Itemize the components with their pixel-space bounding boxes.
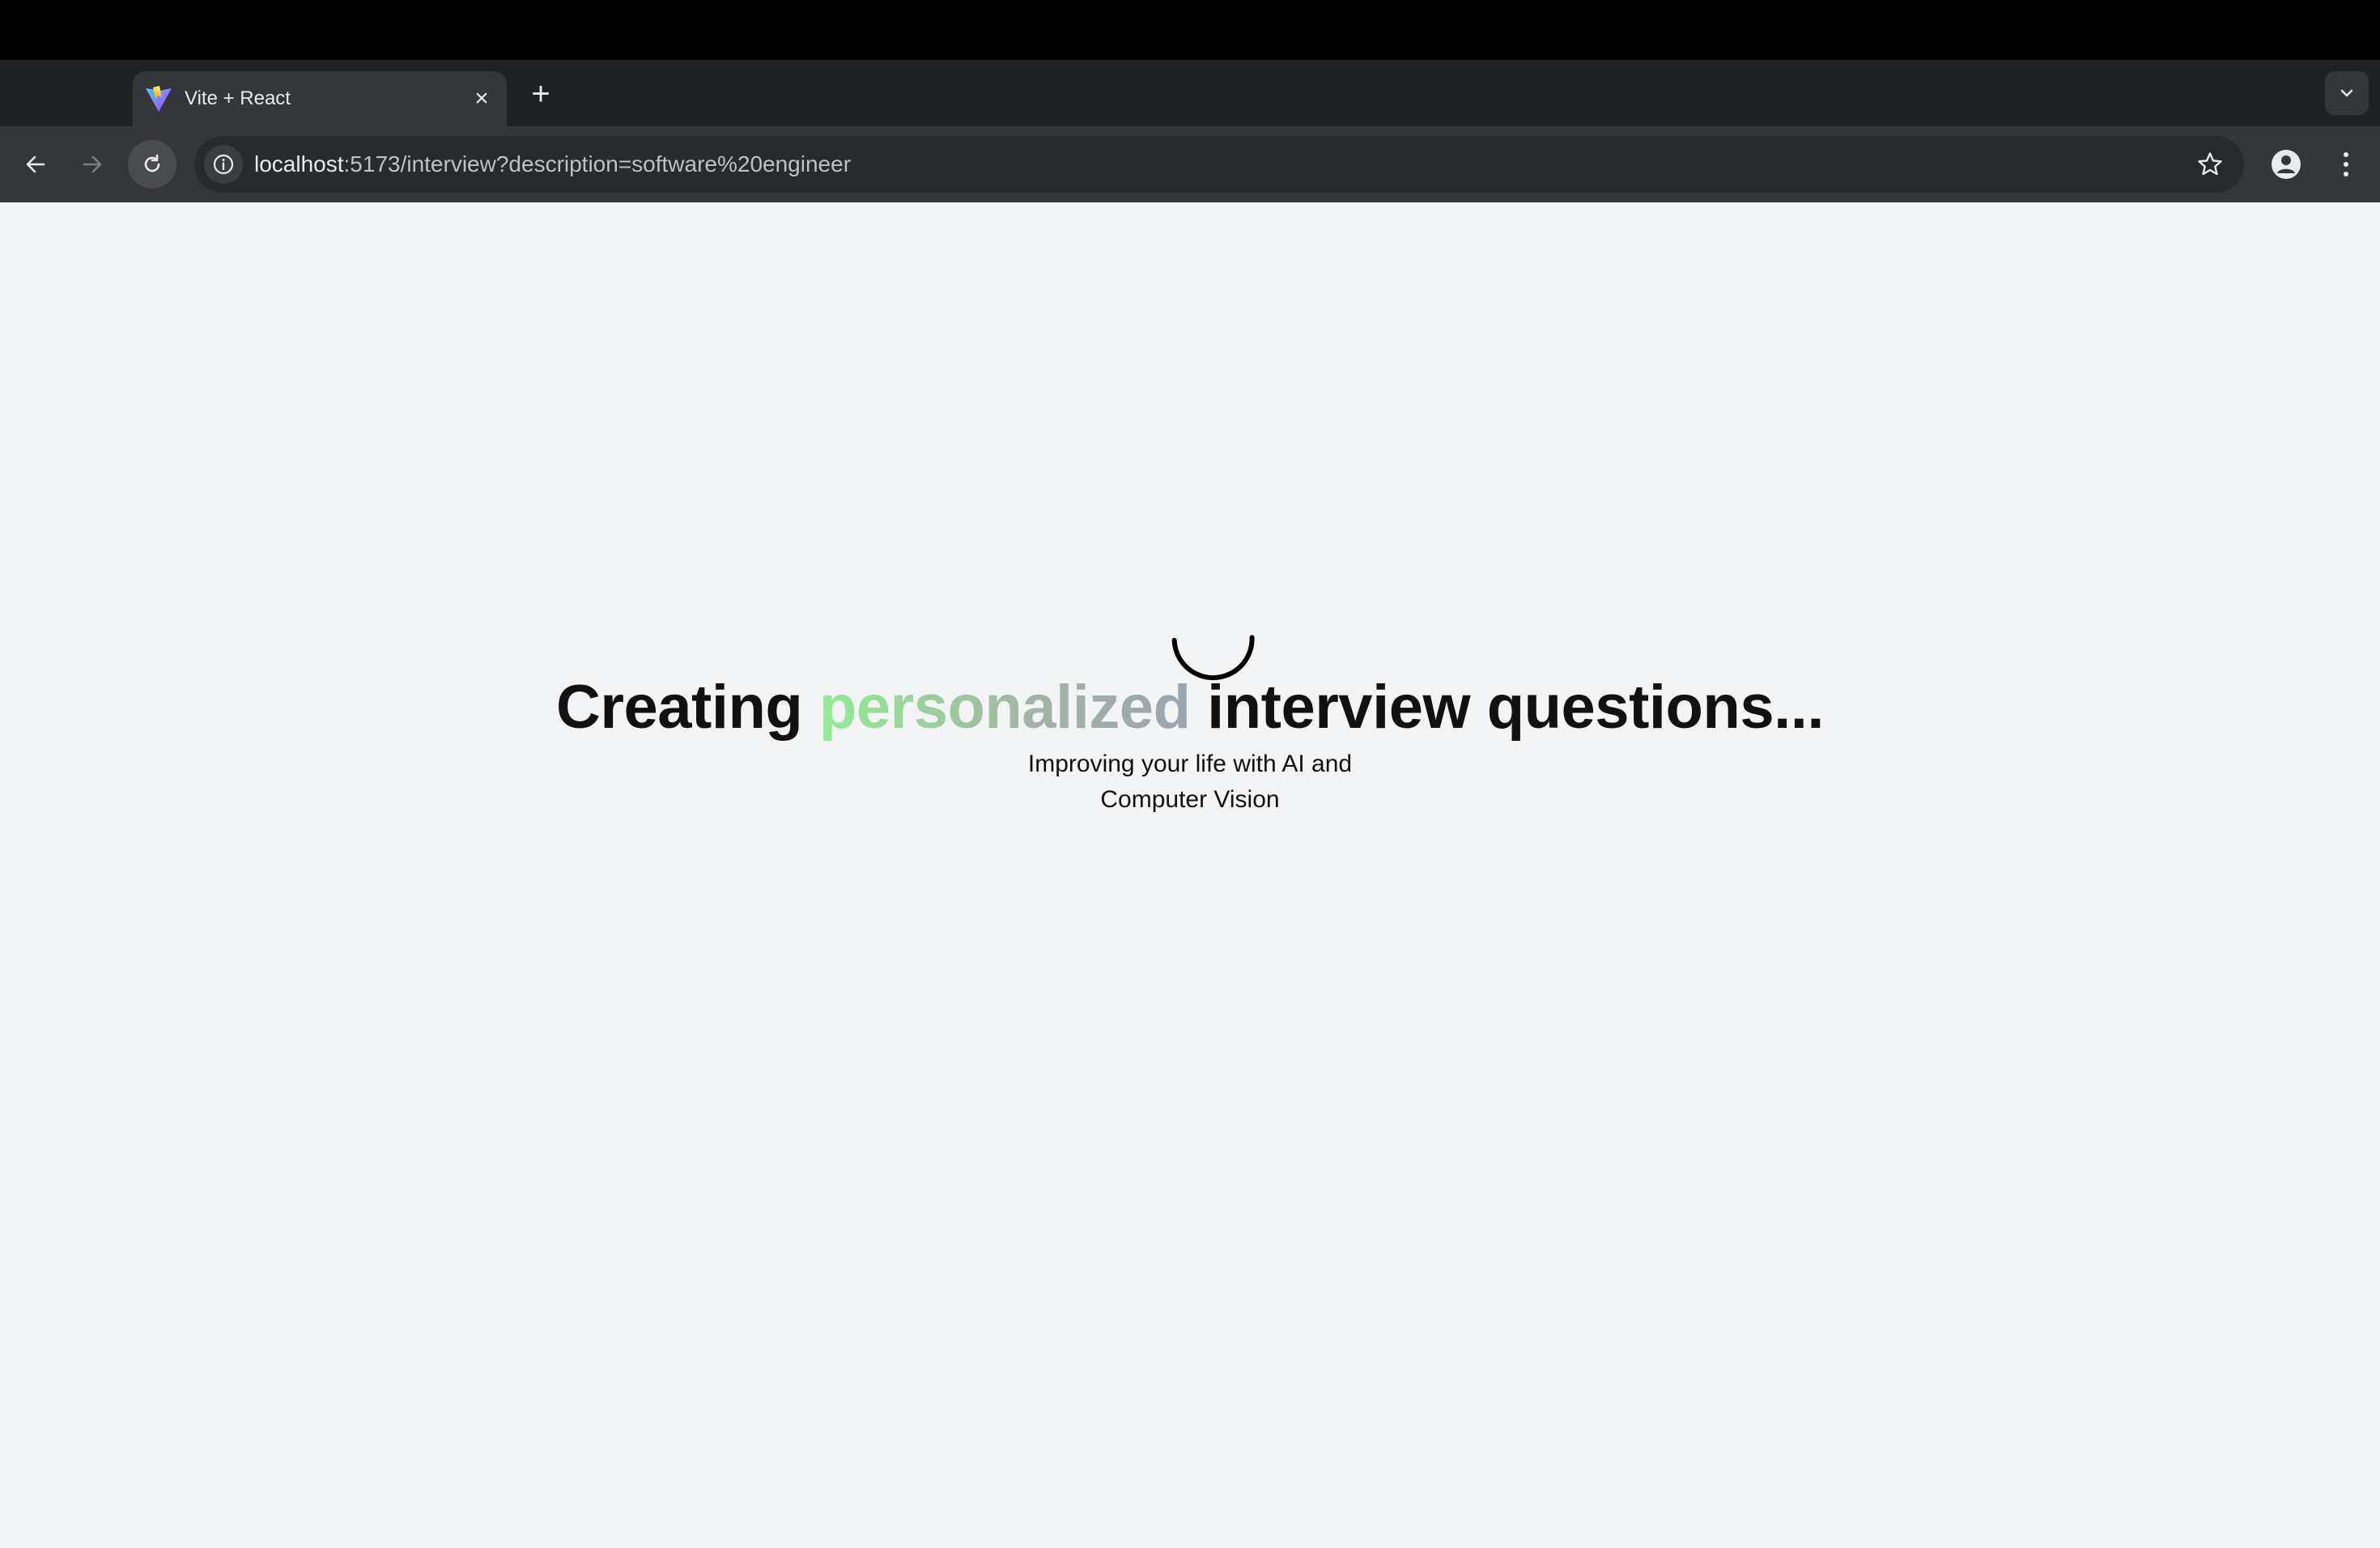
profile-icon[interactable] — [2263, 142, 2309, 187]
subtitle-line-1: Improving your life with AI and — [1027, 751, 1353, 777]
window-top-bar — [0, 0, 2380, 60]
kebab-menu-icon[interactable] — [2323, 142, 2369, 187]
address-bar[interactable]: localhost:5173/interview?description=sof… — [194, 136, 2244, 193]
loading-headline: Creating personalized interview question… — [0, 672, 2380, 742]
url-host: localhost — [254, 151, 344, 176]
subtitle-line-2: Computer Vision — [1100, 786, 1280, 813]
close-icon[interactable]: × — [470, 87, 494, 111]
star-icon[interactable] — [2195, 150, 2225, 179]
plus-icon[interactable]: + — [525, 78, 557, 110]
arrow-left-icon[interactable] — [11, 140, 60, 189]
headline-highlight: personalized — [818, 673, 1191, 742]
reload-icon[interactable] — [128, 140, 176, 189]
vite-logo-icon — [144, 84, 173, 113]
arrow-right-icon[interactable] — [68, 140, 117, 189]
chevron-down-icon[interactable] — [2325, 71, 2369, 115]
headline-start: Creating — [556, 673, 819, 742]
browser-toolbar: localhost:5173/interview?description=sof… — [0, 126, 2380, 202]
url-path: :5173/interview?description=software%20e… — [343, 151, 852, 176]
tab-strip: Vite + React × + — [0, 60, 2380, 126]
page-content — [0, 202, 2380, 1548]
headline-end: interview questions... — [1190, 673, 1824, 742]
info-icon[interactable] — [204, 145, 243, 184]
tab-vite-react[interactable]: Vite + React × — [133, 71, 507, 126]
url-text: localhost:5173/interview?description=sof… — [254, 136, 851, 193]
tab-title: Vite + React — [185, 87, 291, 109]
loading-subtitle: Improving your life with AI and Computer… — [947, 746, 1433, 818]
